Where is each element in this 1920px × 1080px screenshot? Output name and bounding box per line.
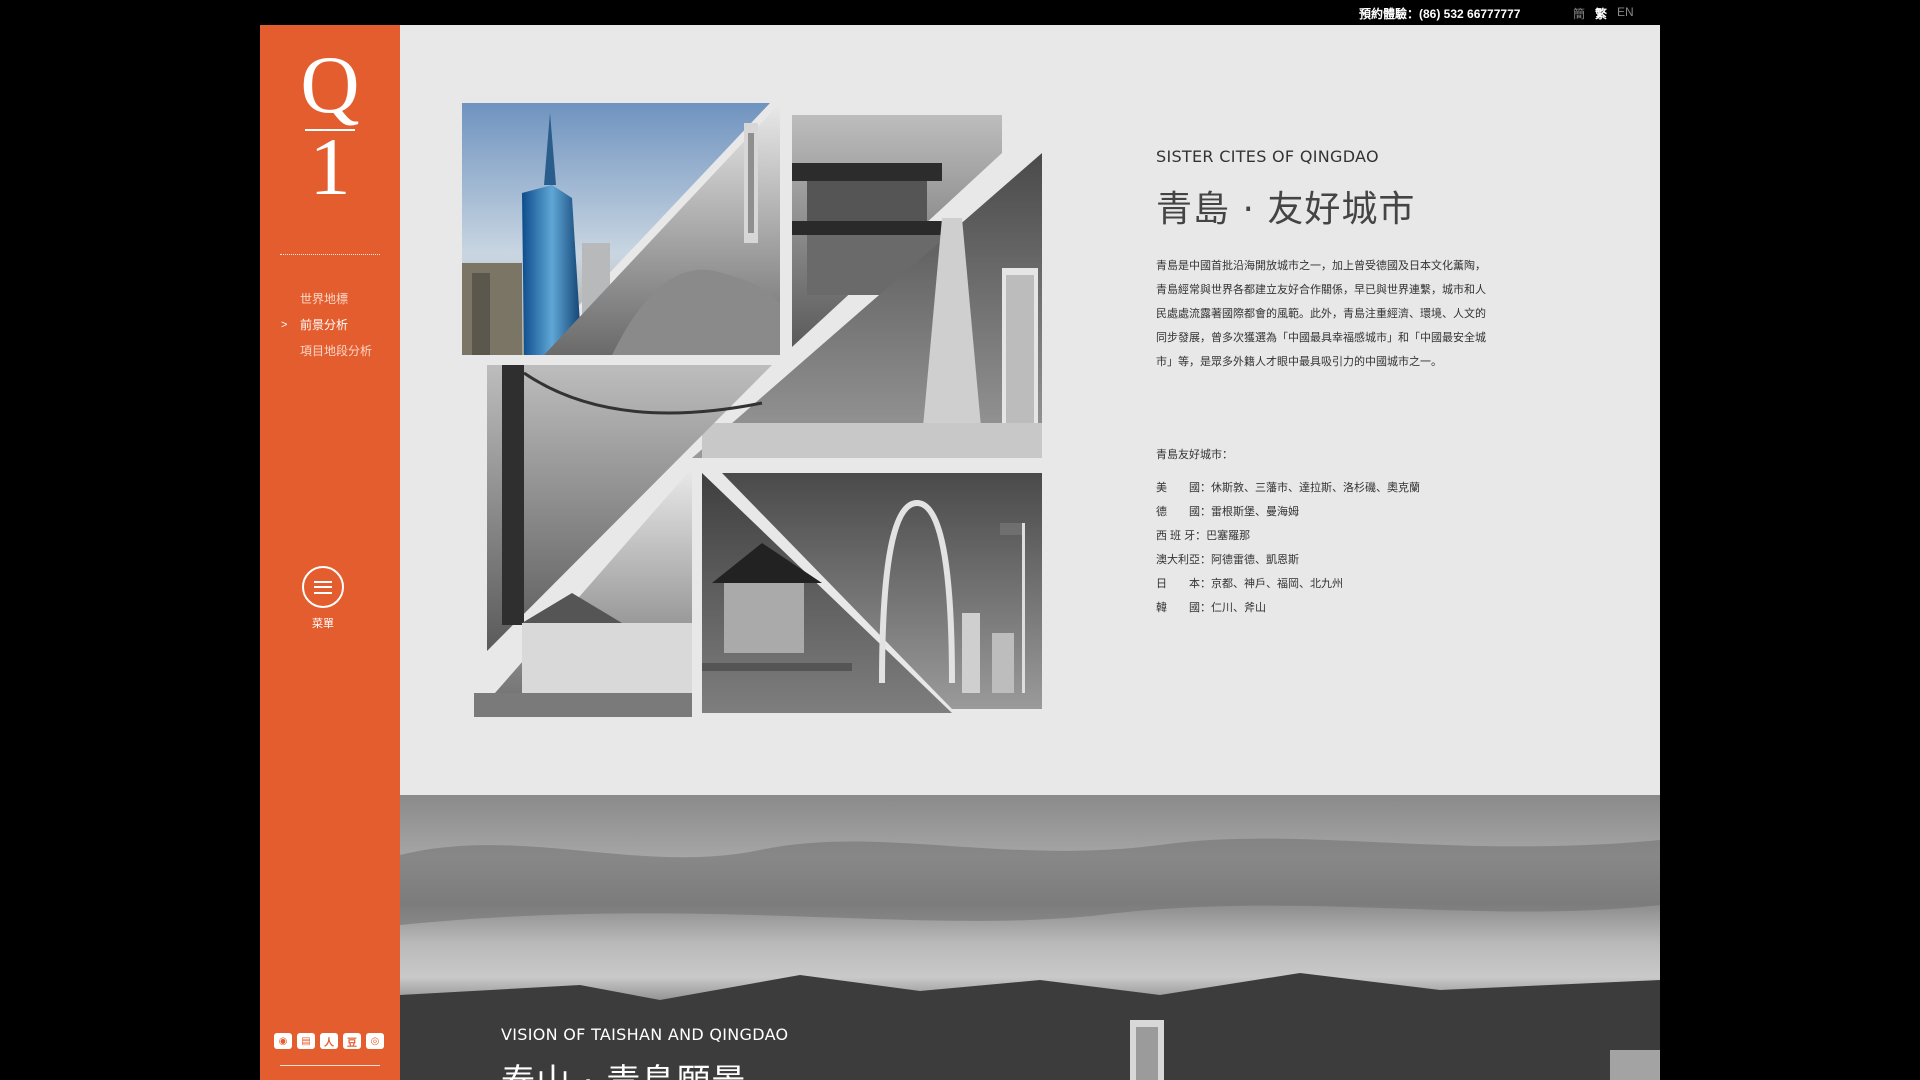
sidebar-item-world-landmarks[interactable]: 世界地標 xyxy=(300,286,372,312)
logo-q: Q xyxy=(300,39,360,130)
sidebar-bottom-divider xyxy=(280,1065,380,1066)
sidebar-item-location-analysis[interactable]: 項目地段分析 xyxy=(300,338,372,364)
section-body: 青島是中國首批沿海開放城市之一，加上曾受德國及日本文化薰陶，青島經常與世界各都建… xyxy=(1156,260,1486,368)
city-row-japan: 日 本：京都、神戶、福岡、北九州 xyxy=(1156,578,1343,590)
section-title: 青島 · 友好城市 xyxy=(1156,189,1416,230)
renren-icon[interactable]: 人 xyxy=(320,1033,338,1049)
cities-list: 美 國：休斯敦、三藩市、達拉斯、洛杉磯、奧克蘭 德 國：雷根斯堡、曼海姆 西 班… xyxy=(1156,476,1486,620)
top-bar: 預約體驗：(86) 532 66777777 簡 繁 EN xyxy=(0,0,1920,25)
weibo-icon[interactable]: ◉ xyxy=(274,1033,292,1049)
menu-button[interactable] xyxy=(302,566,344,608)
contact-phone[interactable]: 預約體驗：(86) 532 66777777 xyxy=(1359,5,1520,22)
sister-cities-section: SISTER CITES OF QINGDAO 青島 · 友好城市 青島是中國首… xyxy=(400,25,1660,795)
q1-logo[interactable]: Q 1 xyxy=(298,39,362,212)
lang-english[interactable]: EN xyxy=(1617,5,1634,22)
sidebar: Q 1 世界地標 前景分析 項目地段分析 菜單 ◉ ▤ 人 豆 ◎ xyxy=(260,25,400,1080)
section-subtitle: SISTER CITES OF QINGDAO xyxy=(1156,147,1379,166)
vision-section: VISION OF TAISHAN AND QINGDAO 泰山 · 青島願景 xyxy=(400,795,1660,1080)
sister-cities-photo-collage xyxy=(462,103,1052,723)
language-switcher: 簡 繁 EN xyxy=(1573,5,1634,22)
sister-cities-text: SISTER CITES OF QINGDAO 青島 · 友好城市 青島是中國首… xyxy=(1156,147,1486,620)
sidebar-divider xyxy=(280,254,380,255)
logo-one: 1 xyxy=(309,121,351,212)
city-row-germany: 德 國：雷根斯堡、曼海姆 xyxy=(1156,506,1299,518)
city-row-australia: 澳大利亞：阿德雷德、凱恩斯 xyxy=(1156,554,1299,566)
menu-label: 菜單 xyxy=(312,618,334,630)
vision-subtitle: VISION OF TAISHAN AND QINGDAO xyxy=(501,1025,789,1044)
sidebar-item-prospect-analysis[interactable]: 前景分析 xyxy=(281,312,372,338)
douban-icon[interactable]: 豆 xyxy=(343,1033,361,1049)
city-row-korea: 韓 國：仁川、斧山 xyxy=(1156,602,1266,614)
hamburger-icon xyxy=(314,580,332,594)
news-icon[interactable]: ▤ xyxy=(297,1033,315,1049)
vision-title: 泰山 · 青島願景 xyxy=(501,1054,746,1080)
wechat-icon[interactable]: ◎ xyxy=(366,1033,384,1049)
social-links: ◉ ▤ 人 豆 ◎ xyxy=(274,1033,384,1049)
cities-heading: 青島友好城市： xyxy=(1156,449,1233,461)
lang-simplified[interactable]: 簡 xyxy=(1573,5,1585,22)
city-row-usa: 美 國：休斯敦、三藩市、達拉斯、洛杉磯、奧克蘭 xyxy=(1156,482,1420,494)
lang-traditional[interactable]: 繁 xyxy=(1595,5,1607,22)
city-row-spain: 西 班 牙：巴塞羅那 xyxy=(1156,530,1251,542)
sidebar-nav: 世界地標 前景分析 項目地段分析 xyxy=(281,286,372,364)
collage-graphic xyxy=(462,103,1042,717)
